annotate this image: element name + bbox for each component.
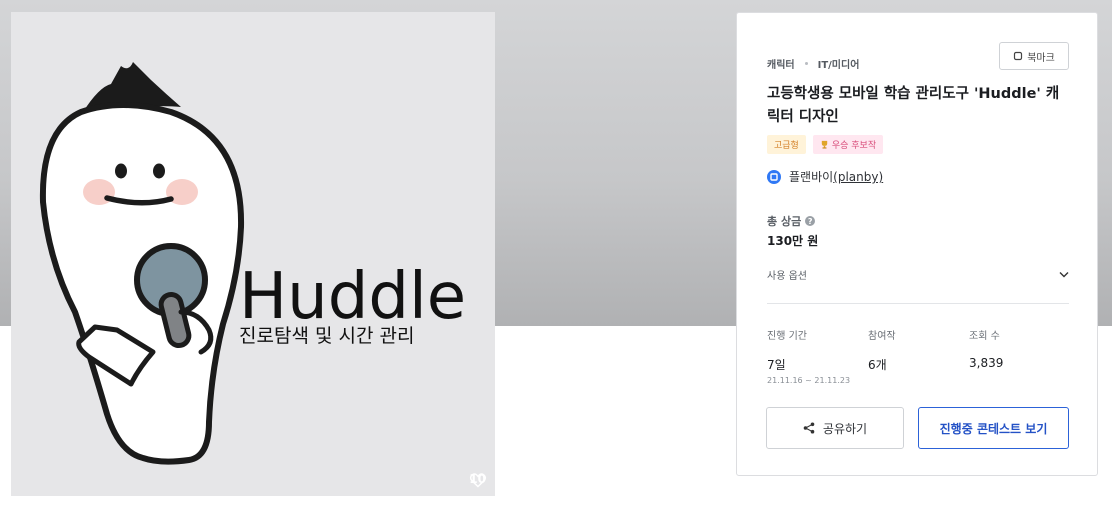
- host-id[interactable]: (planby): [833, 170, 883, 184]
- prize-label-text: 총 상금: [767, 215, 802, 228]
- badge-row: 고급형 우승 후보작: [767, 135, 884, 154]
- stat-views-value: 3,839: [969, 356, 1004, 370]
- award-badge: 우승 후보작: [812, 135, 884, 154]
- stat-views: 조회 수 3,839: [969, 327, 1003, 370]
- ongoing-contests-button[interactable]: 진행중 콘테스트 보기: [918, 407, 1069, 449]
- separator-dot: [804, 62, 808, 65]
- divider: [767, 303, 1069, 304]
- stat-duration-value: 7일: [767, 358, 786, 372]
- host-name: 플랜바이: [789, 170, 834, 184]
- stat-entries-label: 참여작: [868, 331, 896, 342]
- ongoing-contests-label: 진행중 콘테스트 보기: [939, 421, 1048, 436]
- logo-text: Huddle: [239, 260, 466, 334]
- bookmark-icon: [1014, 51, 1023, 61]
- stat-views-label: 조회 수: [969, 331, 1000, 342]
- logo-subtitle: 진로탐색 및 시간 관리: [239, 325, 414, 347]
- trophy-icon: [821, 140, 828, 149]
- category-secondary[interactable]: IT/미디어: [818, 56, 860, 71]
- host-logo-icon: [767, 169, 781, 184]
- share-icon: [803, 422, 815, 434]
- contest-info-card: 캐릭터 IT/미디어 북마크 고등학생용 모바일 학습 관리도구 'Huddle…: [736, 12, 1098, 476]
- like-counter[interactable]: 10: [469, 472, 487, 488]
- huddle-character-illustration: Huddle 진로탐색 및 시간 관리: [39, 62, 466, 465]
- contest-title: 고등학생용 모바일 학습 관리도구 'Huddle' 캐릭터 디자인: [767, 86, 1060, 125]
- share-button[interactable]: 공유하기: [766, 407, 904, 449]
- stat-entries-value: 6개: [868, 358, 887, 372]
- share-button-label: 공유하기: [822, 421, 868, 436]
- host-info[interactable]: 플랜바이(planby): [767, 168, 883, 185]
- stat-duration-range: 21.11.16 ~ 21.11.23: [767, 376, 851, 385]
- category-breadcrumb: 캐릭터 IT/미디어: [767, 56, 859, 71]
- level-badge: 고급형: [767, 135, 806, 154]
- usage-options-label: 사용 옵션: [767, 270, 807, 282]
- heart-icon: [470, 473, 487, 488]
- chevron-down-icon: [1059, 271, 1069, 277]
- help-icon[interactable]: ?: [805, 216, 816, 226]
- usage-options-toggle[interactable]: 사용 옵션: [767, 264, 1069, 284]
- award-badge-label: 우승 후보작: [831, 141, 877, 151]
- stat-duration-label: 진행 기간: [767, 331, 807, 342]
- bookmark-button[interactable]: 북마크: [999, 42, 1069, 70]
- prize-label: 총 상금 ?: [767, 213, 816, 229]
- stat-entries: 참여작 6개: [868, 327, 896, 373]
- category-primary[interactable]: 캐릭터: [767, 56, 795, 71]
- prize-value: 130만 원: [767, 234, 819, 248]
- artwork-image[interactable]: Huddle 진로탐색 및 시간 관리 10: [11, 12, 495, 496]
- bookmark-label: 북마크: [1027, 52, 1055, 64]
- stat-duration: 진행 기간 7일 21.11.16 ~ 21.11.23: [767, 327, 850, 385]
